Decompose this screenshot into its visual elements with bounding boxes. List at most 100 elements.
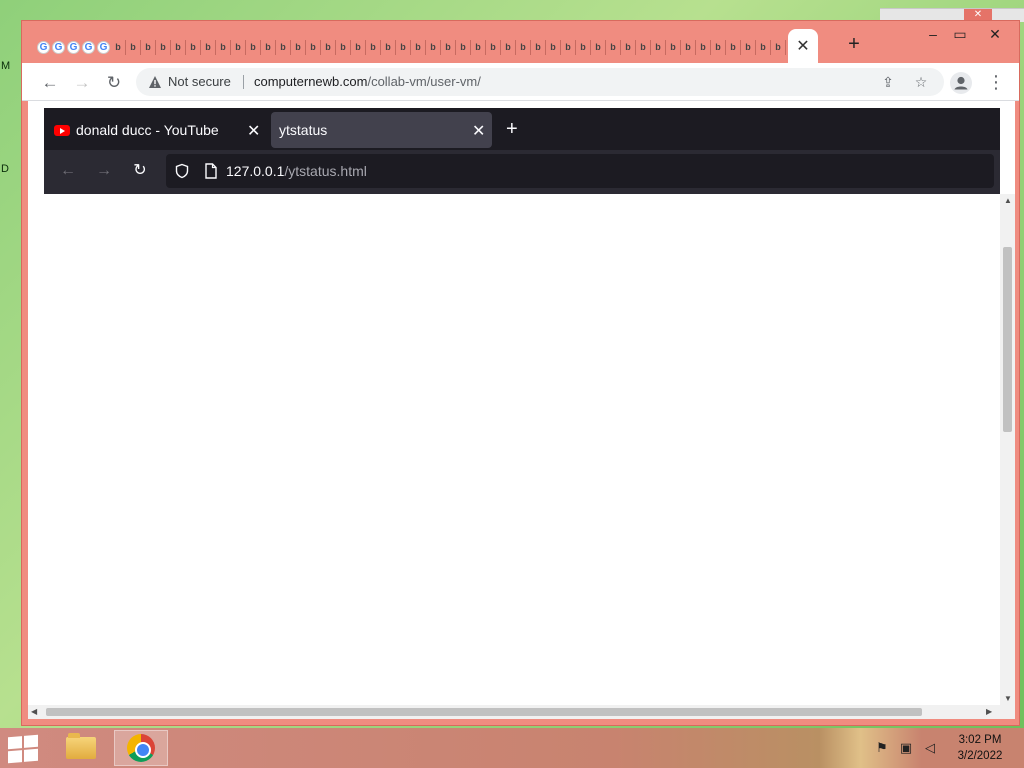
address-bar[interactable]: Not secure computernewb.com/collab-vm/us…: [136, 68, 944, 96]
desktop-icon-label: M: [1, 60, 11, 72]
tab-strip: GGGGGbbbbbbbbbbbbbbbbbbbbbbbbbbbbbbbbbbb…: [36, 37, 806, 57]
mini-tab[interactable]: b: [156, 39, 171, 55]
mini-tab[interactable]: b: [531, 39, 546, 55]
back-button[interactable]: ←: [38, 71, 62, 95]
mini-tab[interactable]: G: [67, 40, 80, 54]
folder-icon: [66, 733, 96, 759]
mini-tab[interactable]: b: [606, 39, 621, 55]
mini-tab[interactable]: b: [696, 39, 711, 55]
mini-tab[interactable]: G: [37, 40, 50, 54]
mini-tab[interactable]: b: [756, 39, 771, 55]
inner-reload-button[interactable]: ↻: [129, 160, 151, 182]
inner-url-text[interactable]: 127.0.0.1/ytstatus.html: [226, 163, 367, 179]
taskbar-chrome[interactable]: [114, 730, 168, 766]
vertical-scroll-thumb[interactable]: [1003, 247, 1012, 432]
security-indicator[interactable]: Not secure: [148, 74, 231, 89]
mini-tab[interactable]: b: [216, 39, 231, 55]
mini-tab[interactable]: b: [291, 39, 306, 55]
clock-time: 3:02 PM: [958, 734, 1002, 746]
mini-tab[interactable]: b: [246, 39, 261, 55]
mini-tab[interactable]: b: [366, 39, 381, 55]
mini-tab[interactable]: G: [52, 40, 65, 54]
mini-tab[interactable]: b: [201, 39, 216, 55]
chrome-menu-button[interactable]: ⋮: [987, 71, 1005, 95]
inner-forward-button[interactable]: →: [93, 160, 115, 182]
mini-tab[interactable]: b: [351, 39, 366, 55]
mini-tab[interactable]: b: [411, 39, 426, 55]
mini-tab[interactable]: b: [381, 39, 396, 55]
inner-tab-ytstatus[interactable]: ytstatus: [271, 112, 492, 148]
mini-tab[interactable]: b: [711, 39, 726, 55]
scroll-up-arrow-icon[interactable]: ▲: [1004, 196, 1012, 205]
close-window-button[interactable]: ✕: [980, 23, 1010, 45]
close-tab-icon[interactable]: ✕: [796, 36, 809, 56]
url-host: computernewb.com: [254, 74, 368, 89]
mini-tab[interactable]: b: [321, 39, 336, 55]
mini-tab[interactable]: b: [111, 39, 126, 55]
scroll-down-arrow-icon[interactable]: ▼: [1004, 694, 1012, 703]
share-icon[interactable]: ⇪: [878, 72, 898, 92]
mini-tab[interactable]: b: [546, 39, 561, 55]
inner-new-tab-button[interactable]: +: [506, 119, 518, 139]
active-tab[interactable]: ✕: [788, 29, 818, 63]
volume-muted-icon[interactable]: ◁: [922, 740, 938, 756]
windows-logo-icon: [8, 736, 22, 750]
mini-tab[interactable]: b: [591, 39, 606, 55]
new-tab-button[interactable]: +: [844, 34, 864, 55]
system-clock[interactable]: 3:02 PM 3/2/2022: [948, 732, 1012, 764]
mini-tab[interactable]: b: [741, 39, 756, 55]
mini-tab[interactable]: b: [576, 39, 591, 55]
mini-tab[interactable]: b: [141, 39, 156, 55]
mini-tab[interactable]: b: [231, 39, 246, 55]
inner-address-bar[interactable]: 127.0.0.1/ytstatus.html: [166, 154, 994, 188]
mini-tab[interactable]: b: [456, 39, 471, 55]
mini-tab[interactable]: b: [126, 39, 141, 55]
close-tab-icon[interactable]: ✕: [247, 121, 260, 141]
mini-tab[interactable]: b: [186, 39, 201, 55]
mini-tab[interactable]: b: [501, 39, 516, 55]
profile-avatar[interactable]: [950, 72, 972, 94]
start-button[interactable]: [8, 734, 38, 764]
maximize-button[interactable]: ▭: [945, 23, 975, 45]
taskbar-file-explorer[interactable]: [54, 730, 108, 766]
forward-button[interactable]: →: [70, 71, 94, 95]
mini-tab[interactable]: b: [171, 39, 186, 55]
page-icon: [205, 163, 217, 179]
vertical-scrollbar[interactable]: ▲ ▼: [1000, 194, 1015, 719]
close-tab-icon[interactable]: ✕: [472, 121, 485, 141]
inner-back-button[interactable]: ←: [57, 160, 79, 182]
mini-tab[interactable]: b: [276, 39, 291, 55]
mini-tab[interactable]: b: [726, 39, 741, 55]
mini-tab[interactable]: b: [441, 39, 456, 55]
action-center-flag-icon[interactable]: ⚑: [874, 740, 890, 756]
mini-tab[interactable]: b: [666, 39, 681, 55]
horizontal-scroll-thumb[interactable]: [46, 708, 922, 716]
url-text[interactable]: computernewb.com/collab-vm/user-vm/: [254, 74, 481, 89]
mini-tab[interactable]: b: [681, 39, 696, 55]
mini-tab[interactable]: b: [471, 39, 486, 55]
horizontal-scrollbar[interactable]: ◀ ▶: [28, 705, 1000, 719]
scroll-left-arrow-icon[interactable]: ◀: [31, 707, 37, 716]
shield-icon[interactable]: [174, 163, 190, 179]
mini-tab[interactable]: b: [396, 39, 411, 55]
mini-tab[interactable]: b: [516, 39, 531, 55]
mini-tab[interactable]: b: [651, 39, 666, 55]
mini-tab[interactable]: G: [82, 40, 95, 54]
mini-tab[interactable]: b: [561, 39, 576, 55]
mini-tab[interactable]: b: [336, 39, 351, 55]
mini-tab[interactable]: b: [621, 39, 636, 55]
mini-tab[interactable]: b: [261, 39, 276, 55]
minimize-button[interactable]: –: [918, 23, 948, 45]
mini-tab[interactable]: G: [97, 40, 110, 54]
scroll-right-arrow-icon[interactable]: ▶: [986, 707, 992, 716]
reload-button[interactable]: ↻: [102, 71, 126, 95]
bookmark-star-icon[interactable]: ☆: [911, 72, 931, 92]
mini-tab[interactable]: b: [426, 39, 441, 55]
mini-tab[interactable]: b: [636, 39, 651, 55]
network-icon[interactable]: ▣: [898, 740, 914, 756]
mini-tab[interactable]: b: [771, 39, 786, 55]
inner-tab-youtube[interactable]: donald ducc - YouTube: [54, 112, 264, 148]
mini-tab[interactable]: b: [486, 39, 501, 55]
security-label: Not secure: [168, 74, 231, 89]
mini-tab[interactable]: b: [306, 39, 321, 55]
